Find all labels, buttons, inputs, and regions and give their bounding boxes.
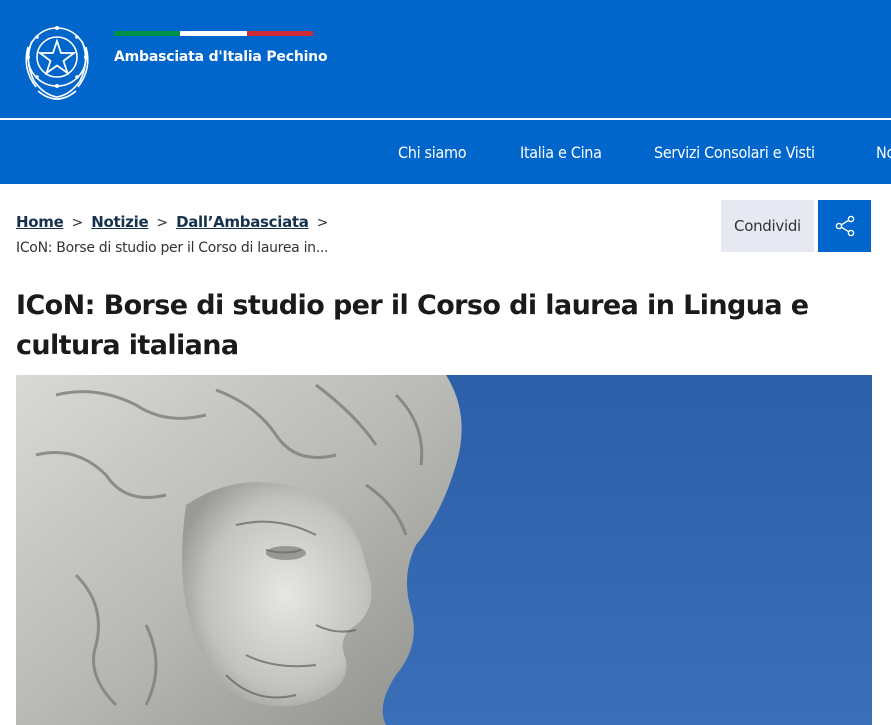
flag-red-stripe: [246, 31, 313, 36]
breadcrumb-separator: >: [316, 215, 329, 231]
breadcrumb-current: ICoN: Borse di studio per il Corso di la…: [16, 240, 329, 256]
page-title: ICoN: Borse di studio per il Corso di la…: [16, 290, 809, 361]
nav-item-servizi-consolari[interactable]: Servizi Consolari e Visti: [654, 143, 815, 162]
breadcrumb-home[interactable]: Home: [16, 213, 64, 231]
repubblica-italiana-emblem-icon: [25, 26, 89, 100]
breadcrumb-separator: >: [156, 215, 169, 231]
italian-flag-bar: [114, 31, 313, 36]
flag-white-stripe: [180, 31, 247, 36]
share-label: Condividi: [721, 200, 814, 252]
breadcrumb: Home > Notizie > Dall’Ambasciata >: [16, 213, 336, 231]
nav-item-notizie[interactable]: No: [876, 143, 891, 162]
flag-green-stripe: [114, 31, 181, 36]
nav-item-italia-e-cina[interactable]: Italia e Cina: [520, 143, 602, 162]
hero-image: [16, 375, 872, 725]
breadcrumb-notizie[interactable]: Notizie: [91, 213, 148, 231]
marble-statue-head-photo: [16, 375, 872, 725]
site-header: Ambasciata d'Italia Pechino: [0, 0, 891, 118]
main-nav: Chi siamo Italia e Cina Servizi Consolar…: [0, 120, 891, 184]
breadcrumb-separator: >: [71, 215, 84, 231]
breadcrumb-dall-ambasciata[interactable]: Dall’Ambasciata: [176, 213, 309, 231]
site-name-link[interactable]: Ambasciata d'Italia Pechino: [114, 49, 328, 65]
nav-item-chi-siamo[interactable]: Chi siamo: [398, 143, 467, 162]
share-icon: [835, 215, 854, 237]
share-button[interactable]: [818, 200, 871, 252]
